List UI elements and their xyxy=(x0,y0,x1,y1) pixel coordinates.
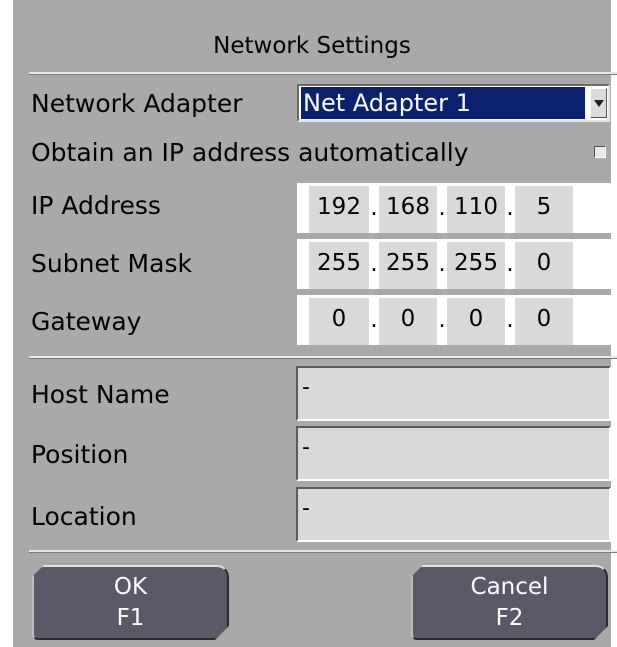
subnet-mask-octet-4[interactable]: 0 xyxy=(515,242,573,289)
ip-address-octet-4[interactable]: 5 xyxy=(515,186,573,233)
cancel-button-label: Cancel xyxy=(470,574,549,600)
gateway-octet-1[interactable]: 0 xyxy=(309,298,369,345)
divider-top xyxy=(29,72,617,75)
ip-address-octet-1[interactable]: 192 xyxy=(309,186,369,233)
cancel-button[interactable]: Cancel F2 xyxy=(411,565,608,640)
host-name-input[interactable]: - xyxy=(296,366,611,421)
ip-address-dot-1: . xyxy=(370,195,378,221)
subnet-mask-label: Subnet Mask xyxy=(31,249,192,278)
gateway-octet-3[interactable]: 0 xyxy=(447,298,505,345)
divider-bottom xyxy=(29,550,617,553)
divider-middle xyxy=(29,356,617,359)
subnet-mask-field[interactable]: 255 . 255 . 255 . 0 xyxy=(297,239,611,289)
gateway-octet-4[interactable]: 0 xyxy=(515,298,573,345)
subnet-mask-octet-3[interactable]: 255 xyxy=(447,242,505,289)
ip-address-field[interactable]: 192 . 168 . 110 . 5 xyxy=(297,183,611,233)
location-label: Location xyxy=(31,502,137,531)
subnet-mask-dot-3: . xyxy=(506,251,514,277)
auto-ip-checkbox[interactable] xyxy=(594,146,606,158)
ip-address-label: IP Address xyxy=(31,191,161,220)
network-settings-dialog: Network Settings Network Adapter Net Ada… xyxy=(0,0,617,647)
ok-button[interactable]: OK F1 xyxy=(32,565,229,640)
subnet-mask-octet-1[interactable]: 255 xyxy=(309,242,369,289)
gateway-dot-3: . xyxy=(506,307,514,333)
gateway-dot-2: . xyxy=(438,307,446,333)
gateway-dot-1: . xyxy=(370,307,378,333)
auto-ip-label: Obtain an IP address automatically xyxy=(31,138,469,167)
subnet-mask-octet-2[interactable]: 255 xyxy=(379,242,437,289)
gateway-field[interactable]: 0 . 0 . 0 . 0 xyxy=(297,295,611,345)
position-label: Position xyxy=(31,440,129,469)
network-adapter-value: Net Adapter 1 xyxy=(301,87,585,119)
ip-address-dot-2: . xyxy=(438,195,446,221)
chevron-down-icon[interactable] xyxy=(590,88,607,118)
location-input[interactable]: - xyxy=(296,487,611,542)
ok-button-shortcut: F1 xyxy=(116,605,145,631)
subnet-mask-dot-2: . xyxy=(438,251,446,277)
ip-address-octet-3[interactable]: 110 xyxy=(447,186,505,233)
network-adapter-select[interactable]: Net Adapter 1 xyxy=(297,84,610,122)
ok-button-label: OK xyxy=(113,574,148,600)
ip-address-octet-2[interactable]: 168 xyxy=(379,186,437,233)
subnet-mask-dot-1: . xyxy=(370,251,378,277)
dialog-title: Network Settings xyxy=(213,33,411,59)
network-adapter-label: Network Adapter xyxy=(31,89,243,118)
position-input[interactable]: - xyxy=(296,426,611,481)
cancel-button-shortcut: F2 xyxy=(495,605,524,631)
host-name-label: Host Name xyxy=(31,380,170,409)
gateway-octet-2[interactable]: 0 xyxy=(379,298,437,345)
ip-address-dot-3: . xyxy=(506,195,514,221)
gateway-label: Gateway xyxy=(31,307,142,336)
